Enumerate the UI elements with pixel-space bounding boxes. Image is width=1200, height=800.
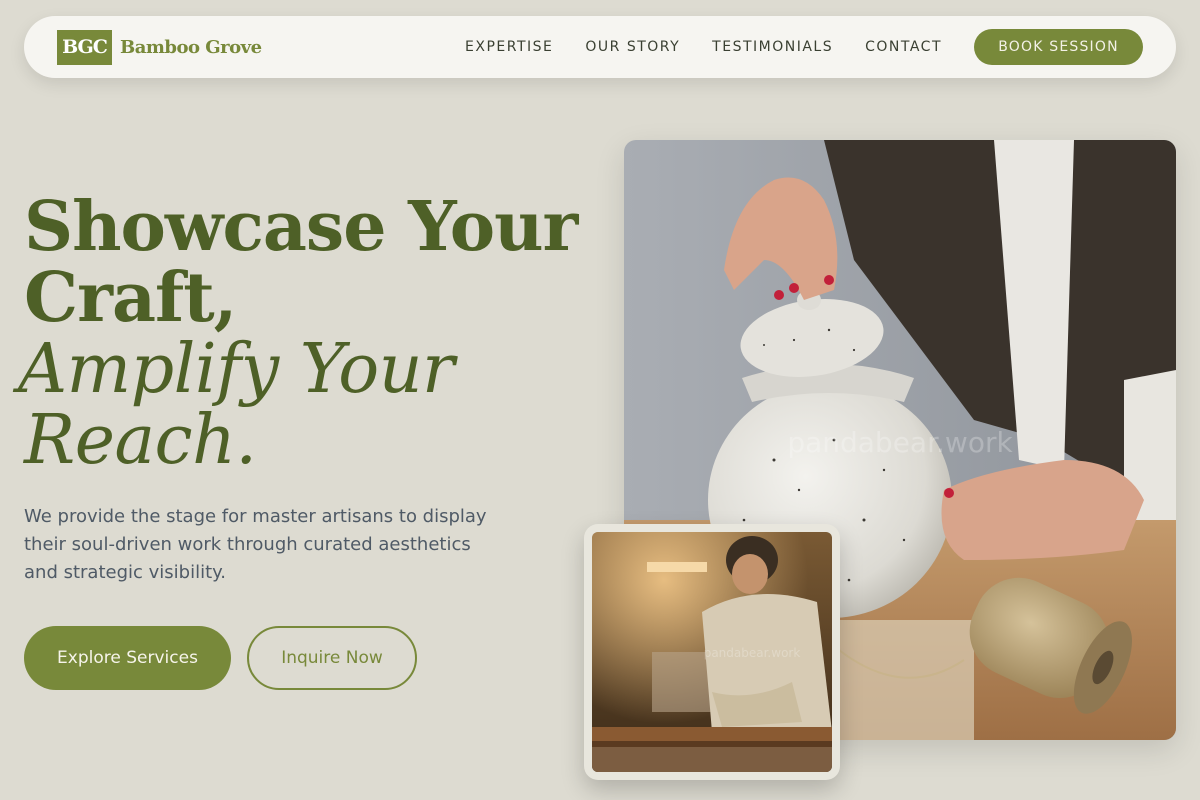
hero-thumbnail-image: pandabear.work [592,532,832,772]
explore-services-button[interactable]: Explore Services [24,626,231,690]
nav-link-our-story[interactable]: OUR STORY [585,39,680,55]
hero-description: We provide the stage for master artisans… [24,506,487,583]
hero-headline: Showcase Your Craft, Amplify Your Reach. [18,187,584,480]
nav-links: EXPERTISE OUR STORY TESTIMONIALS CONTACT… [465,29,1143,65]
top-nav: BGC Bamboo Grove EXPERTISE OUR STORY TES… [24,16,1176,78]
brand-name: Bamboo Grove [120,36,262,58]
logo-mark: BGC [57,29,112,65]
headline-italic-line-2: Reach. [24,401,257,480]
headline-line-1: Showcase Your [24,187,578,267]
nav-link-contact[interactable]: CONTACT [865,39,942,55]
thumb-image-watermark: pandabear.work [704,646,801,660]
book-session-button[interactable]: BOOK SESSION [974,29,1143,65]
headline-line-2: Craft, [24,258,237,338]
nav-link-testimonials[interactable]: TESTIMONIALS [712,39,833,55]
main-image-watermark: pandabear.work [787,426,1013,459]
inquire-now-button[interactable]: Inquire Now [247,626,417,690]
nav-link-expertise[interactable]: EXPERTISE [465,39,553,55]
headline-italic-line-1: Amplify Your [18,330,455,409]
brand-logo[interactable]: BGC Bamboo Grove [57,29,262,65]
hero-thumbnail-card: pandabear.work [584,524,840,780]
